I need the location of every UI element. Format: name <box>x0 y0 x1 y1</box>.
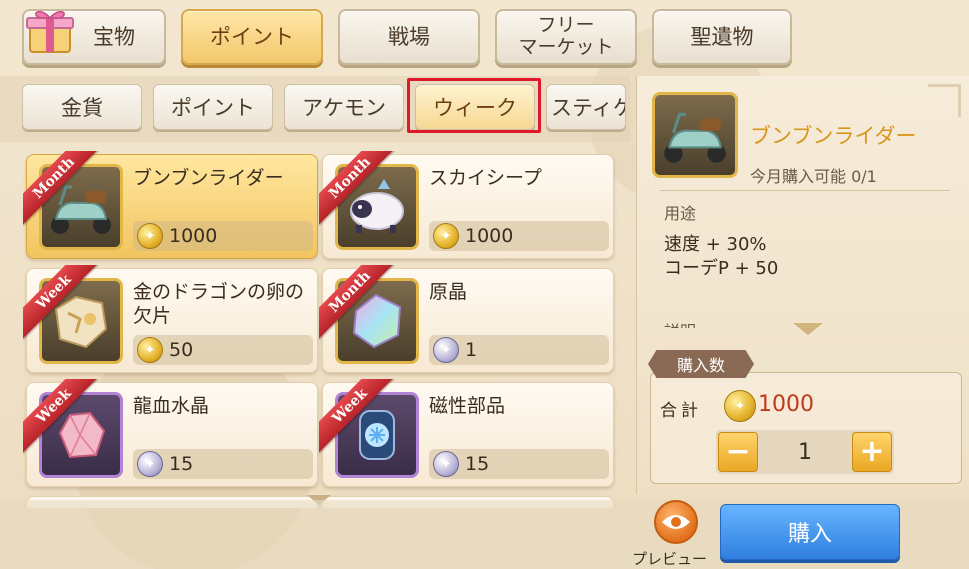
price-bar: ✦ 15 <box>133 449 313 479</box>
gold-coin-icon: ✦ <box>724 390 756 422</box>
item-price: 15 <box>465 453 490 475</box>
item-card[interactable]: Month スカイシープ ✦ 1000 <box>319 151 614 259</box>
quantity-value[interactable]: 1 <box>760 440 850 465</box>
item-name: スカイシープ <box>429 167 542 189</box>
highlight-box <box>407 78 541 133</box>
usage-label: 用途 <box>664 204 697 223</box>
silver-coin-icon: ✦ <box>433 337 459 363</box>
item-card[interactable]: Week 磁性部品 ✦ 15 <box>319 379 614 487</box>
tab-points[interactable]: ポイント <box>181 9 323 65</box>
tab-points-label: ポイント <box>210 24 294 49</box>
preview-label[interactable]: プレビュー <box>632 548 707 569</box>
item-price: 1 <box>465 339 478 361</box>
item-name: 原晶 <box>429 281 468 303</box>
increase-button[interactable]: + <box>852 432 892 472</box>
description-label: 説明 <box>664 318 696 328</box>
subtab-points-label: ポイント <box>171 96 255 120</box>
quantity-label: 購入数 <box>648 350 754 378</box>
subtab-akemon[interactable]: アケモン <box>284 84 404 130</box>
price-bar: ✦ 1 <box>429 335 609 365</box>
buy-button-label: 購入 <box>787 522 832 547</box>
tab-battlefield-label: 戦場 <box>388 24 430 49</box>
tab-battlefield[interactable]: 戦場 <box>338 9 480 65</box>
item-card[interactable]: Week 金のドラゴンの卵の欠片 ✦ 50 <box>23 265 318 373</box>
divider <box>660 190 950 191</box>
decorative-corner <box>928 84 961 117</box>
effect-line: コーデP + 50 <box>664 258 779 279</box>
purchase-limit: 今月購入可能 0/1 <box>750 167 877 186</box>
item-price: 15 <box>169 453 194 475</box>
tab-treasure-label: 宝物 <box>93 24 135 49</box>
subtab-akemon-label: アケモン <box>302 96 386 120</box>
decrease-button[interactable]: − <box>718 432 758 472</box>
item-name: 磁性部品 <box>429 395 506 417</box>
subtab-sticker-label: スティケ <box>551 96 626 120</box>
item-price: 1000 <box>169 225 218 247</box>
detail-title: ブンブンライダー <box>750 124 917 148</box>
price-bar: ✦ 50 <box>133 335 313 365</box>
tab-relics[interactable]: 聖遺物 <box>652 9 792 65</box>
item-list[interactable]: Month ブンブンライダー ✦ 1000 Month スカイシープ ✦ 100… <box>0 148 630 508</box>
price-bar: ✦ 15 <box>429 449 609 479</box>
silver-coin-icon: ✦ <box>433 451 459 477</box>
total-value: 1000 <box>758 392 814 417</box>
tab-free-market[interactable]: フリー マーケット <box>495 9 637 65</box>
gift-icon <box>26 10 74 53</box>
subtab-sticker[interactable]: スティケ <box>546 84 626 130</box>
plus-icon: + <box>859 434 885 469</box>
item-name: 龍血水晶 <box>133 395 210 417</box>
tab-relics-label: 聖遺物 <box>690 24 754 49</box>
subtab-gold[interactable]: 金貨 <box>22 84 142 130</box>
gold-coin-icon: ✦ <box>137 337 163 363</box>
total-label: 合計 <box>660 401 702 421</box>
item-price: 1000 <box>465 225 514 247</box>
gold-coin-icon: ✦ <box>137 223 163 249</box>
preview-eye-icon[interactable] <box>654 500 698 544</box>
scooter-icon <box>652 92 738 178</box>
silver-coin-icon: ✦ <box>137 451 163 477</box>
item-price: 50 <box>169 339 194 361</box>
ribbon-badge: Month <box>319 265 395 341</box>
subtab-points[interactable]: ポイント <box>153 84 273 130</box>
ribbon-badge: Week <box>319 379 395 455</box>
tab-free-market-label: フリー マーケット <box>518 14 614 58</box>
ribbon-badge: Month <box>319 151 395 227</box>
buy-button[interactable]: 購入 <box>720 504 900 560</box>
price-bar: ✦ 1000 <box>133 221 313 251</box>
effect-line: 速度 + 30% <box>664 234 767 255</box>
price-bar: ✦ 1000 <box>429 221 609 251</box>
subtab-gold-label: 金貨 <box>61 96 103 120</box>
expand-chevron-icon[interactable] <box>793 323 823 335</box>
item-card[interactable]: Month 原晶 ✦ 1 <box>319 265 614 373</box>
ribbon-badge: Month <box>23 151 99 227</box>
ribbon-badge: Week <box>23 379 99 455</box>
item-card[interactable]: Month ブンブンライダー ✦ 1000 <box>23 151 318 259</box>
item-name: 金のドラゴンの卵の欠片 <box>133 281 305 327</box>
gold-coin-icon: ✦ <box>433 223 459 249</box>
ribbon-badge: Week <box>23 265 99 341</box>
minus-icon: − <box>725 434 751 469</box>
item-name: ブンブンライダー <box>133 167 284 189</box>
item-card[interactable]: Week 龍血水晶 ✦ 15 <box>23 379 318 487</box>
